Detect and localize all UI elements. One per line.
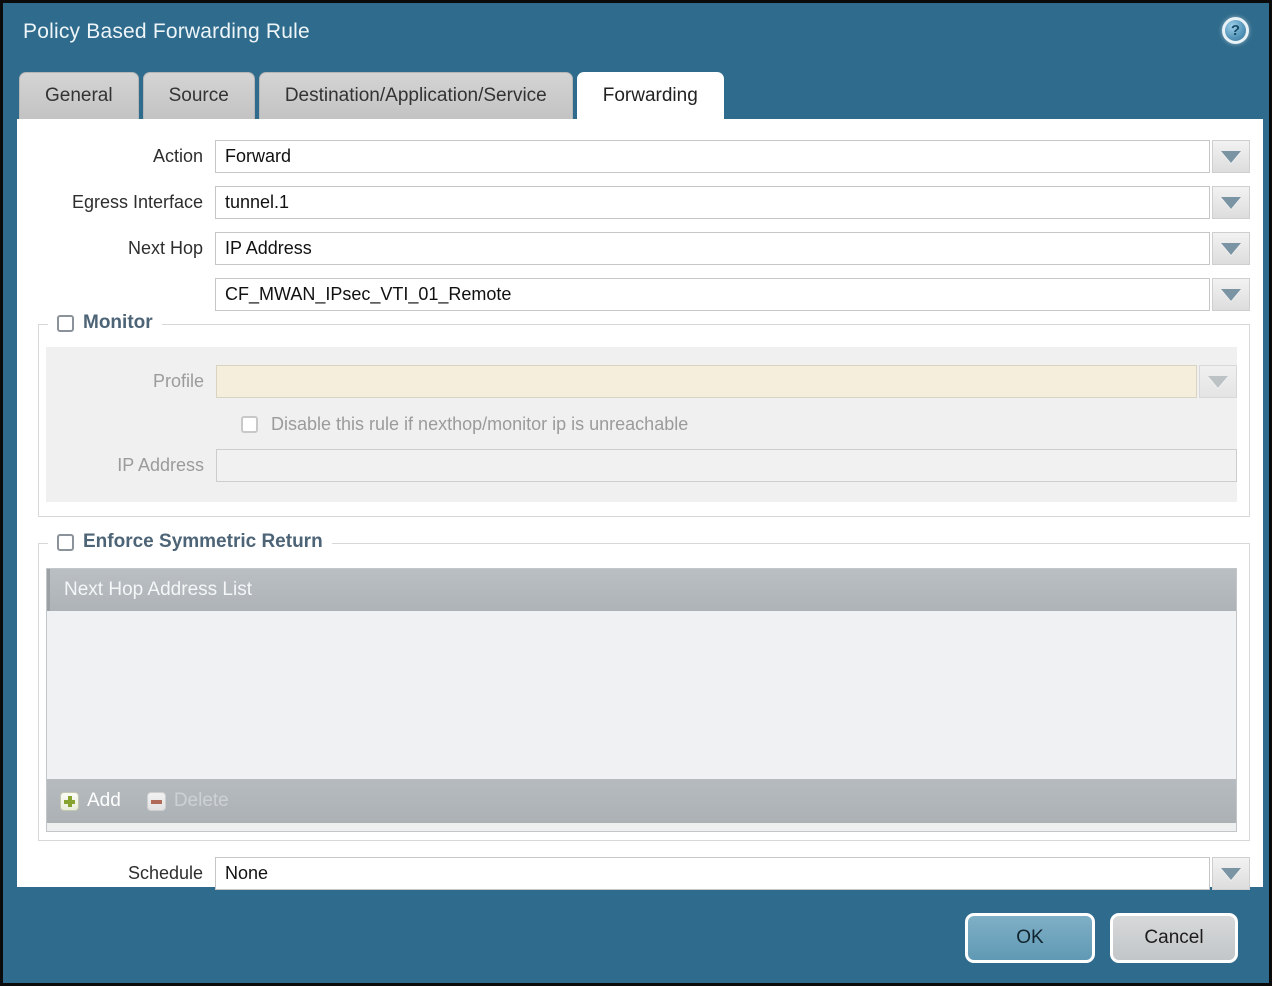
profile-label: Profile: [46, 371, 216, 392]
disable-rule-label: Disable this rule if nexthop/monitor ip …: [271, 414, 688, 435]
next-hop-type-select[interactable]: IP Address: [215, 232, 1210, 265]
action-label: Action: [17, 146, 215, 167]
egress-interface-row: Egress Interface tunnel.1: [17, 186, 1263, 219]
forwarding-tab-panel: Action Forward Egress Interface tunnel.1…: [17, 119, 1263, 887]
chevron-down-icon: [1221, 197, 1241, 209]
plus-icon: [60, 792, 79, 811]
action-row: Action Forward: [17, 140, 1263, 173]
next-hop-address-list-header: Next Hop Address List: [47, 569, 1236, 611]
action-dropdown-button[interactable]: [1212, 140, 1250, 173]
dialog-footer: OK Cancel: [3, 887, 1269, 963]
next-hop-address-dropdown-button[interactable]: [1212, 278, 1250, 311]
tab-forwarding[interactable]: Forwarding: [577, 72, 724, 119]
enforce-symmetric-return-legend-label: Enforce Symmetric Return: [83, 531, 323, 553]
monitor-ip-address-label: IP Address: [46, 455, 216, 476]
monitor-disabled-panel: Profile Disable this rule if nexthop/mon…: [46, 347, 1237, 502]
schedule-dropdown-button[interactable]: [1212, 857, 1250, 890]
next-hop-row: Next Hop IP Address: [17, 232, 1263, 265]
monitor-ip-address-row: IP Address: [46, 449, 1237, 482]
egress-interface-select[interactable]: tunnel.1: [215, 186, 1210, 219]
chevron-down-icon: [1208, 376, 1228, 388]
enforce-symmetric-return-legend: Enforce Symmetric Return: [48, 531, 332, 553]
egress-interface-label: Egress Interface: [17, 192, 215, 213]
minus-icon: [147, 792, 166, 811]
tab-source[interactable]: Source: [143, 72, 255, 119]
tab-bar: General Source Destination/Application/S…: [19, 72, 1269, 119]
profile-row: Profile: [46, 365, 1237, 398]
tab-general[interactable]: General: [19, 72, 139, 119]
next-hop-address-row: CF_MWAN_IPsec_VTI_01_Remote: [17, 278, 1263, 311]
disable-rule-row: Disable this rule if nexthop/monitor ip …: [241, 414, 1237, 435]
action-select[interactable]: Forward: [215, 140, 1210, 173]
chevron-down-icon: [1221, 243, 1241, 255]
tab-destination-application-service[interactable]: Destination/Application/Service: [259, 72, 573, 119]
next-hop-address-list-table: Next Hop Address List Add Delete: [46, 568, 1237, 832]
chevron-down-icon: [1221, 289, 1241, 301]
schedule-row: Schedule None: [17, 857, 1263, 890]
schedule-select[interactable]: None: [215, 857, 1210, 890]
monitor-legend-label: Monitor: [83, 312, 153, 334]
monitor-legend: Monitor: [48, 312, 162, 334]
profile-dropdown-button: [1199, 365, 1237, 398]
next-hop-address-list-toolbar: Add Delete: [47, 779, 1236, 823]
help-icon[interactable]: ?: [1222, 17, 1249, 44]
pbf-rule-dialog: Policy Based Forwarding Rule ? General S…: [3, 3, 1269, 983]
dialog-titlebar: Policy Based Forwarding Rule ?: [3, 3, 1269, 48]
next-hop-type-dropdown-button[interactable]: [1212, 232, 1250, 265]
ok-button[interactable]: OK: [965, 913, 1095, 963]
monitor-fieldset: Monitor Profile Disable this rule if nex…: [38, 324, 1250, 517]
add-button-label: Add: [87, 790, 121, 812]
chevron-down-icon: [1221, 868, 1241, 880]
chevron-down-icon: [1221, 151, 1241, 163]
next-hop-address-select[interactable]: CF_MWAN_IPsec_VTI_01_Remote: [215, 278, 1210, 311]
schedule-label: Schedule: [17, 863, 215, 884]
dialog-title: Policy Based Forwarding Rule: [23, 17, 310, 47]
enforce-symmetric-return-checkbox[interactable]: [57, 534, 74, 551]
monitor-ip-address-input: [216, 449, 1237, 482]
next-hop-address-list-body: [47, 611, 1236, 779]
delete-button-label: Delete: [174, 790, 229, 812]
cancel-button[interactable]: Cancel: [1110, 913, 1238, 963]
disable-rule-checkbox: [241, 416, 258, 433]
egress-interface-dropdown-button[interactable]: [1212, 186, 1250, 219]
profile-select: [216, 365, 1197, 398]
monitor-checkbox[interactable]: [57, 315, 74, 332]
enforce-symmetric-return-fieldset: Enforce Symmetric Return Next Hop Addres…: [38, 543, 1250, 841]
add-button[interactable]: Add: [60, 790, 121, 812]
delete-button: Delete: [147, 790, 229, 812]
table-bottom-strip: [47, 823, 1236, 831]
next-hop-label: Next Hop: [17, 238, 215, 259]
